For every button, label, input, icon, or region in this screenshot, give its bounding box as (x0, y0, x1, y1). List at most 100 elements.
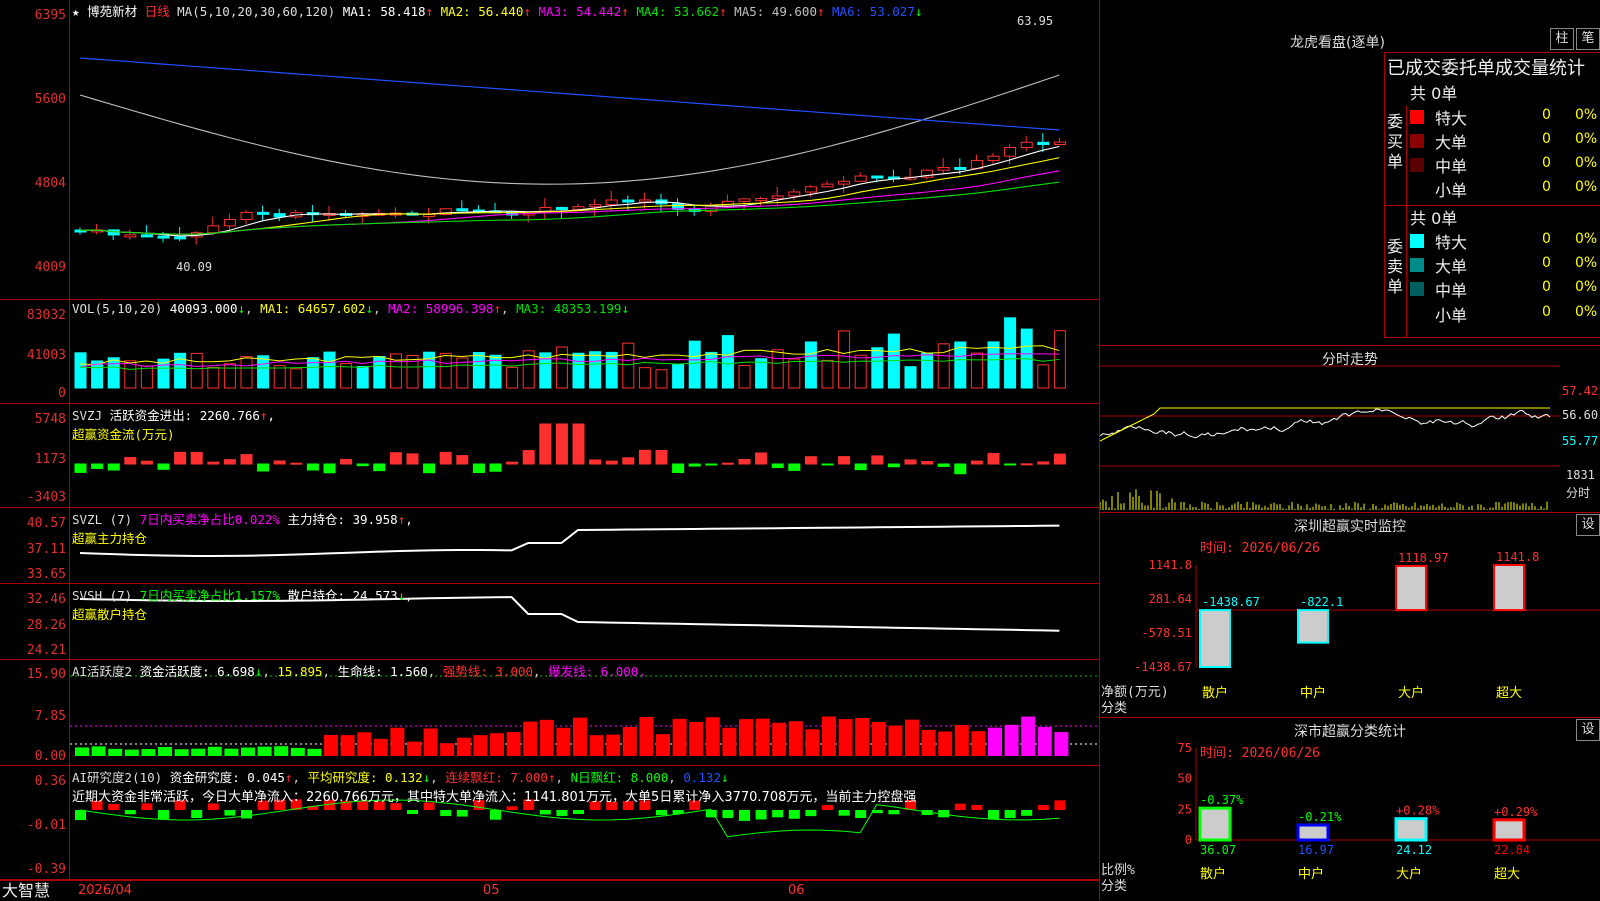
y-tick: 1141.8 (1149, 558, 1192, 572)
vol-value: 40093.000 (169, 301, 238, 316)
candle (937, 166, 950, 171)
svzl-sub: 超赢主力持仓 (72, 531, 148, 546)
volume-bar (987, 341, 1000, 389)
ma4-value: 53.662 (673, 4, 720, 19)
net-flow-bar (1493, 564, 1525, 612)
ai-research-comment: 近期大资金非常活跃，今日大单净流入：2260.766万元，其中特大单净流入：11… (72, 790, 917, 805)
volume-panel[interactable]: 83032 41003 0 VOL(5,10,20) 40093.000↓, M… (0, 300, 1099, 404)
ma5-arrow: ↑ (816, 4, 825, 19)
money-flow-bar (821, 463, 834, 466)
star-icon[interactable]: ★ (72, 4, 80, 19)
sell-mid-swatch (1410, 282, 1424, 296)
money-flow-bar (987, 452, 1000, 465)
brand-logo[interactable]: 大智慧 (2, 881, 50, 901)
money-flow-bar (921, 461, 934, 465)
sz-monitor-xunit: 分类 (1101, 701, 1128, 716)
money-flow-bar (605, 460, 618, 465)
volume-bar (622, 342, 635, 389)
avg-price-line (1100, 407, 1550, 442)
volume-bar (705, 351, 718, 389)
tick-mode-button[interactable]: 笔 (1576, 28, 1600, 50)
research-bar (988, 810, 999, 820)
buy-mid-value: 0 (1542, 155, 1551, 171)
svsh-label: SVSH (7) (72, 588, 133, 603)
research-bar (124, 810, 136, 815)
volume-bar (257, 355, 270, 389)
vol-header: VOL(5,10,20) 40093.000↓, MA1: 64657.602↓… (72, 301, 629, 316)
intraday-vol-unit: 分时 (1566, 486, 1591, 500)
money-flow-bar (655, 449, 668, 465)
activity-bar (855, 718, 870, 756)
category-label: 散户 (1202, 685, 1228, 701)
vol-ma3-arrow: ↓ (621, 301, 629, 316)
volume-bar (871, 347, 884, 389)
svzl-panel[interactable]: 40.57 37.11 33.65 SVZL (7) 7日内买卖净占比0.022… (0, 508, 1099, 584)
ai-active-e: 爆发线: 6.000 (548, 664, 639, 679)
bar-mode-button[interactable]: 柱 (1550, 28, 1574, 50)
bottom-axis: 大智慧 2026/04 05 06 (0, 880, 1099, 900)
sz-class-chart: 75 50 25 0 -0.37% 36.07 散户 -0.21% 16.97 中户 +0.28% 2… (1178, 741, 1600, 882)
candle (771, 195, 784, 200)
volume-bar (439, 352, 452, 389)
volume-bar (904, 366, 917, 389)
bar-value-label: 1141.8 (1496, 550, 1539, 564)
volume-bar (1037, 364, 1050, 389)
y-tick: -1438.67 (1134, 660, 1192, 674)
activity-bar (174, 749, 189, 756)
category-label: 超大 (1494, 867, 1520, 882)
activity-bar (905, 719, 919, 756)
candle (871, 175, 884, 179)
research-bar (739, 810, 750, 821)
ma6-arrow: ↓ (914, 4, 923, 19)
volume-bar (937, 343, 950, 389)
research-bar (191, 810, 203, 819)
kline-panel[interactable]: 6395 5600 4804 4009 ★ 博苑新材 日线 MA(5,10,20… (0, 0, 1099, 300)
money-flow-bar (854, 463, 867, 471)
sz-class-xunit: 分类 (1101, 879, 1128, 894)
activity-bar (91, 746, 106, 756)
svzj-panel[interactable]: 5748 1173 -3403 SVZJ 活跃资金进出: 2260.766↑, … (0, 404, 1099, 508)
period-label[interactable]: 日线 (145, 4, 170, 19)
money-flow-bar (771, 463, 784, 468)
money-flow-bar (323, 463, 336, 474)
research-bar (788, 810, 800, 819)
intraday-chart[interactable] (1100, 346, 1600, 513)
candle (555, 206, 568, 210)
high-price-label: 63.95 (1017, 14, 1054, 28)
volume-bar (804, 341, 817, 389)
ai-research-e-arrow: ↓ (720, 770, 729, 785)
sell-mid-value: 0 (1542, 279, 1551, 295)
research-bar (1037, 804, 1049, 810)
vol-ma1: MA1: 64657.602 (260, 301, 366, 316)
candle (1020, 141, 1033, 149)
intraday-panel[interactable]: 分时走势 57.42 56.60 55.77 1831 分时 (1099, 345, 1600, 512)
svsh-panel[interactable]: 32.46 28.26 24.21 SVSH (7) 7日内买卖净占比1.157… (0, 584, 1099, 660)
money-flow-bar (937, 463, 950, 467)
research-bar (556, 810, 568, 817)
ai-research-a: 资金研究度: 0.045 (169, 770, 285, 785)
ma6-label: MA6: (832, 4, 863, 19)
month-label-05: 05 (483, 883, 500, 898)
ai-research-panel[interactable]: 0.36 -0.01 -0.39 AI研究度2(10) 资金研究度: 0.045… (0, 766, 1099, 880)
buy-small-pct: 0% (1575, 179, 1598, 195)
vol-ma2: MA2: 58996.398 (388, 301, 494, 316)
category-label: 大户 (1398, 685, 1424, 701)
research-bar (855, 810, 867, 819)
volume-bar (755, 358, 768, 389)
sell-char: 卖 (1387, 257, 1404, 276)
ai-active-panel[interactable]: 15.90 7.85 0.00 AI活跃度2 资金活跃度: 6.698↓, 15… (0, 660, 1099, 766)
candle (157, 235, 170, 239)
activity-bar (971, 731, 986, 756)
activity-bar (124, 749, 139, 756)
activity-bar (656, 734, 670, 756)
candle (854, 175, 867, 182)
money-flow-bar (672, 463, 685, 473)
ai-active-label: AI活跃度2 (72, 664, 133, 679)
kline-chart[interactable] (0, 0, 1099, 300)
volume-bar (954, 341, 967, 389)
sz-monitor-chart: 1141.8 281.64 -578.51 -1438.67 -1438.67 散户 -82… (1134, 550, 1600, 701)
volume-bar (854, 354, 867, 389)
activity-bar (705, 717, 720, 756)
sell-large-label: 大单 (1435, 257, 1468, 276)
buy-mid-swatch (1410, 158, 1424, 172)
